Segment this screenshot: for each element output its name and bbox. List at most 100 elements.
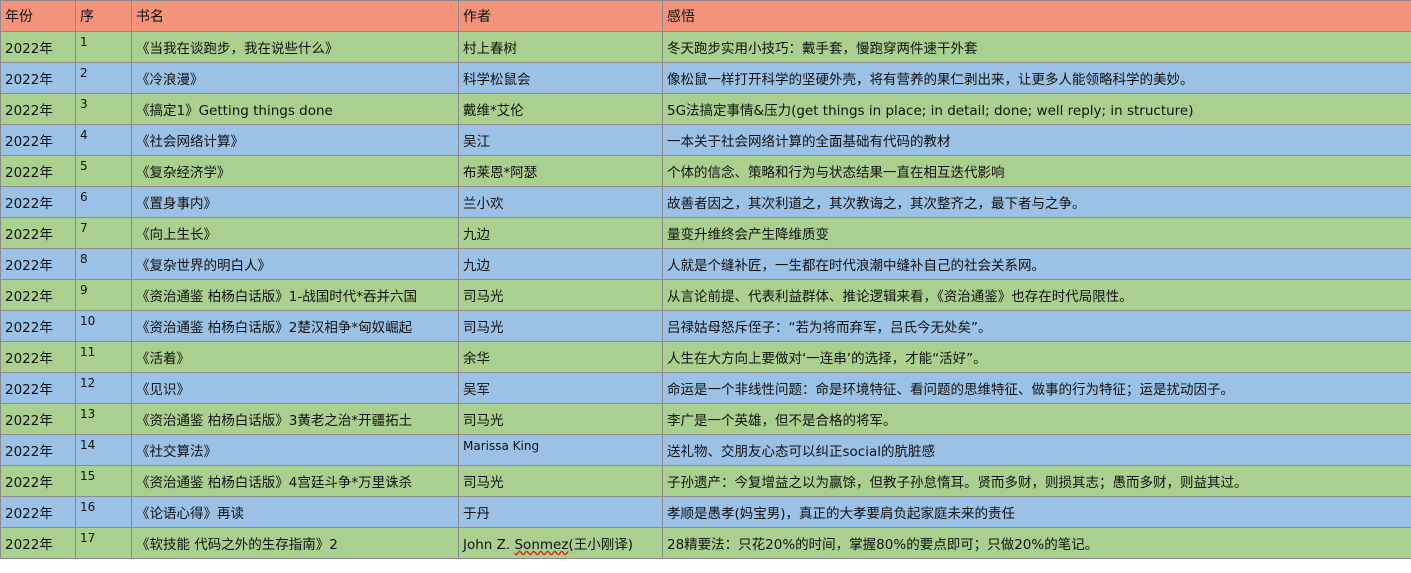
reading-log-table: 年份 序 书名 作者 感悟 2022年 1 《当我在谈跑步，我在说些什么》 村上… [0, 0, 1411, 559]
cell-title[interactable]: 《置身事内》 [131, 186, 459, 218]
cell-author[interactable]: 司马光 [458, 279, 663, 311]
table-row: 2022年 13 《资治通鉴 柏杨白话版》3黄老之治*开疆拓土 司马光 李广是一… [0, 403, 1411, 435]
cell-year[interactable]: 2022年 [0, 31, 76, 63]
cell-title[interactable]: 《社交算法》 [131, 434, 459, 466]
cell-year[interactable]: 2022年 [0, 341, 76, 373]
cell-author[interactable]: 余华 [458, 341, 663, 373]
cell-year[interactable]: 2022年 [0, 155, 76, 187]
cell-author[interactable]: 布莱恩*阿瑟 [458, 155, 663, 187]
cell-note[interactable]: 吕禄姑母怒斥侄子：“若为将而弃军，吕氏今无处矣”。 [662, 310, 1411, 342]
header-note[interactable]: 感悟 [662, 0, 1411, 32]
author-translator-part: (王小刚译) [568, 537, 633, 553]
cell-author[interactable]: 于丹 [458, 496, 663, 528]
cell-author[interactable]: 九边 [458, 217, 663, 249]
cell-title[interactable]: 《资治通鉴 柏杨白话版》3黄老之治*开疆拓土 [131, 403, 459, 435]
header-no[interactable]: 序 [75, 0, 132, 32]
cell-title[interactable]: 《资治通鉴 柏杨白话版》4宫廷斗争*万里诛杀 [131, 465, 459, 497]
cell-note[interactable]: 人就是个缝补匠，一生都在时代浪潮中缝补自己的社会关系网。 [662, 248, 1411, 280]
cell-title[interactable]: 《活着》 [131, 341, 459, 373]
cell-author[interactable]: 九边 [458, 248, 663, 280]
cell-author[interactable]: 吴军 [458, 372, 663, 404]
cell-author[interactable]: 吴江 [458, 124, 663, 156]
cell-no[interactable]: 11 [75, 341, 132, 373]
cell-year[interactable]: 2022年 [0, 248, 76, 280]
cell-title[interactable]: 《社会网络计算》 [131, 124, 459, 156]
cell-note[interactable]: 28精要法：只花20%的时间，掌握80%的要点即可；只做20%的笔记。 [662, 527, 1411, 559]
cell-note[interactable]: 5G法搞定事情&压力(get things in place; in detai… [662, 93, 1411, 125]
cell-note[interactable]: 人生在大方向上要做对‘一连串’的选择，才能“活好”。 [662, 341, 1411, 373]
spellcheck-underlined-word: Sonmez [514, 537, 569, 553]
cell-title[interactable]: 《复杂世界的明白人》 [131, 248, 459, 280]
cell-no[interactable]: 1 [75, 31, 132, 63]
cell-author[interactable]: 司马光 [458, 465, 663, 497]
cell-year[interactable]: 2022年 [0, 434, 76, 466]
cell-note[interactable]: 送礼物、交朋友心态可以纠正social的肮脏感 [662, 434, 1411, 466]
cell-title[interactable]: 《论语心得》再读 [131, 496, 459, 528]
cell-no[interactable]: 13 [75, 403, 132, 435]
table-row: 2022年 8 《复杂世界的明白人》 九边 人就是个缝补匠，一生都在时代浪潮中缝… [0, 248, 1411, 280]
cell-no[interactable]: 6 [75, 186, 132, 218]
cell-author[interactable]: 科学松鼠会 [458, 62, 663, 94]
cell-no[interactable]: 5 [75, 155, 132, 187]
cell-title[interactable]: 《资治通鉴 柏杨白话版》1-战国时代*吞并六国 [131, 279, 459, 311]
cell-author[interactable]: 司马光 [458, 310, 663, 342]
cell-year[interactable]: 2022年 [0, 186, 76, 218]
cell-note[interactable]: 子孙遗产：今复增益之以为赢馀，但教子孙怠惰耳。贤而多财，则损其志；愚而多财，则益… [662, 465, 1411, 497]
cell-no[interactable]: 9 [75, 279, 132, 311]
cell-author[interactable]: 村上春树 [458, 31, 663, 63]
cell-author[interactable]: Marissa King [458, 434, 663, 466]
cell-title[interactable]: 《向上生长》 [131, 217, 459, 249]
cell-no[interactable]: 3 [75, 93, 132, 125]
cell-note[interactable]: 李广是一个英雄，但不是合格的将军。 [662, 403, 1411, 435]
cell-no[interactable]: 7 [75, 217, 132, 249]
cell-note[interactable]: 故善者因之，其次利道之，其次教诲之，其次整齐之，最下者与之争。 [662, 186, 1411, 218]
cell-year[interactable]: 2022年 [0, 496, 76, 528]
cell-no[interactable]: 2 [75, 62, 132, 94]
cell-year[interactable]: 2022年 [0, 527, 76, 559]
cell-title[interactable]: 《软技能 代码之外的生存指南》2 [131, 527, 459, 559]
cell-note[interactable]: 个体的信念、策略和行为与状态结果一直在相互迭代影响 [662, 155, 1411, 187]
cell-year[interactable]: 2022年 [0, 93, 76, 125]
header-row: 年份 序 书名 作者 感悟 [0, 0, 1411, 32]
header-title[interactable]: 书名 [131, 0, 459, 32]
cell-note[interactable]: 量变升维终会产生降维质变 [662, 217, 1411, 249]
table-row: 2022年 2 《冷浪漫》 科学松鼠会 像松鼠一样打开科学的坚硬外壳，将有营养的… [0, 62, 1411, 94]
table-row: 2022年 3 《搞定1》Getting things done 戴维*艾伦 5… [0, 93, 1411, 125]
cell-year[interactable]: 2022年 [0, 279, 76, 311]
cell-title[interactable]: 《见识》 [131, 372, 459, 404]
cell-no[interactable]: 8 [75, 248, 132, 280]
cell-year[interactable]: 2022年 [0, 403, 76, 435]
cell-year[interactable]: 2022年 [0, 465, 76, 497]
cell-author[interactable]: 兰小欢 [458, 186, 663, 218]
header-year[interactable]: 年份 [0, 0, 76, 32]
cell-year[interactable]: 2022年 [0, 372, 76, 404]
cell-no[interactable]: 4 [75, 124, 132, 156]
cell-title[interactable]: 《当我在谈跑步，我在说些什么》 [131, 31, 459, 63]
cell-year[interactable]: 2022年 [0, 62, 76, 94]
cell-note[interactable]: 冬天跑步实用小技巧：戴手套，慢跑穿两件速干外套 [662, 31, 1411, 63]
header-author[interactable]: 作者 [458, 0, 663, 32]
cell-note[interactable]: 从言论前提、代表利益群体、推论逻辑来看，《资治通鉴》也存在时代局限性。 [662, 279, 1411, 311]
cell-no[interactable]: 15 [75, 465, 132, 497]
cell-note[interactable]: 命运是一个非线性问题：命是环境特征、看问题的思维特征、做事的行为特征；运是扰动因… [662, 372, 1411, 404]
cell-note[interactable]: 像松鼠一样打开科学的坚硬外壳，将有营养的果仁剥出来，让更多人能领略科学的美妙。 [662, 62, 1411, 94]
cell-note[interactable]: 一本关于社会网络计算的全面基础有代码的教材 [662, 124, 1411, 156]
cell-author[interactable]: 戴维*艾伦 [458, 93, 663, 125]
cell-no[interactable]: 10 [75, 310, 132, 342]
cell-title[interactable]: 《冷浪漫》 [131, 62, 459, 94]
cell-no[interactable]: 12 [75, 372, 132, 404]
cell-title[interactable]: 《搞定1》Getting things done [131, 93, 459, 125]
table-row: 2022年 5 《复杂经济学》 布莱恩*阿瑟 个体的信念、策略和行为与状态结果一… [0, 155, 1411, 187]
cell-note[interactable]: 孝顺是愚孝(妈宝男)，真正的大孝要肩负起家庭未来的责任 [662, 496, 1411, 528]
cell-no[interactable]: 14 [75, 434, 132, 466]
cell-year[interactable]: 2022年 [0, 217, 76, 249]
cell-author[interactable]: John Z. Sonmez(王小刚译) [458, 527, 663, 559]
cell-no[interactable]: 17 [75, 527, 132, 559]
cell-no[interactable]: 16 [75, 496, 132, 528]
cell-year[interactable]: 2022年 [0, 310, 76, 342]
cell-title[interactable]: 《资治通鉴 柏杨白话版》2楚汉相争*匈奴崛起 [131, 310, 459, 342]
table-row: 2022年 10 《资治通鉴 柏杨白话版》2楚汉相争*匈奴崛起 司马光 吕禄姑母… [0, 310, 1411, 342]
cell-author[interactable]: 司马光 [458, 403, 663, 435]
cell-title[interactable]: 《复杂经济学》 [131, 155, 459, 187]
cell-year[interactable]: 2022年 [0, 124, 76, 156]
